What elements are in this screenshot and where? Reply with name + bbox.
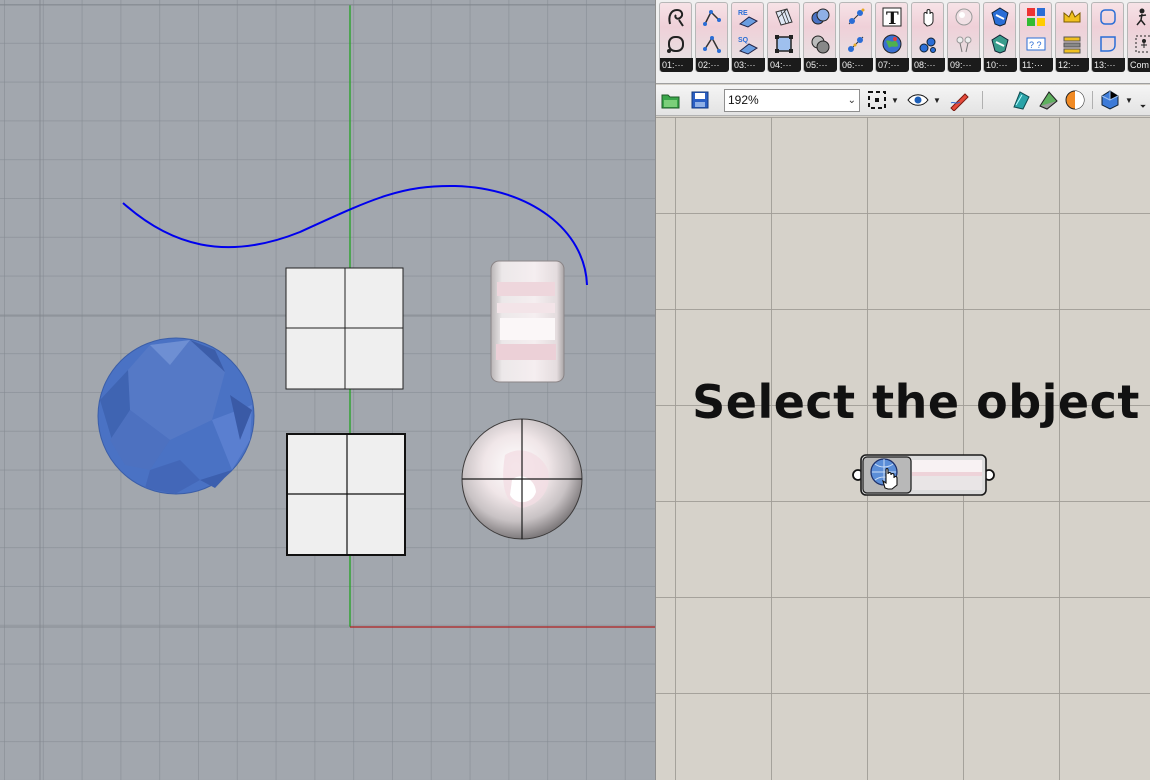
app-window: 01:··· 02:··· RE SQ 03:··· 04:··· 05:···…	[0, 0, 1150, 780]
ribbon-tab-03[interactable]: RE SQ 03:···	[731, 2, 765, 72]
ribbon-tab-label: 04:···	[768, 58, 801, 72]
open-file-icon[interactable]	[660, 89, 682, 111]
zoom-extents-icon[interactable]	[866, 89, 888, 111]
svg-text:? ?: ? ?	[1029, 40, 1042, 50]
text-icon[interactable]: T	[880, 5, 904, 29]
solid-display-icon[interactable]	[1098, 89, 1122, 111]
ribbon-tab-08[interactable]: 08:···	[911, 2, 945, 72]
ribbon-tab-label: 06:···	[840, 58, 873, 72]
svg-text:RE: RE	[738, 10, 748, 17]
canvas-toolbar: 192% ⌄ ▼ ▼ ▼ ⏷	[656, 85, 1150, 116]
component-ribbon: 01:··· 02:··· RE SQ 03:··· 04:··· 05:···…	[656, 0, 1150, 84]
canvas-prompt: Select the object	[692, 375, 1140, 429]
planar-surface-top[interactable]	[285, 267, 404, 390]
boolean-union-icon[interactable]	[808, 5, 832, 29]
gem[interactable]	[97, 337, 255, 495]
mesh-icon[interactable]	[772, 5, 796, 29]
ribbon-tab-label: 07:···	[876, 58, 909, 72]
ribbon-tab-09[interactable]: 09:···	[947, 2, 981, 72]
grasshopper-panel: 01:··· 02:··· RE SQ 03:··· 04:··· 05:···…	[655, 0, 1150, 780]
rhino-viewport[interactable]	[0, 0, 655, 780]
ribbon-tab-11[interactable]: ? ? 11:···	[1019, 2, 1053, 72]
globe-icon[interactable]	[880, 32, 904, 56]
ribbon-tab-10[interactable]: 10:···	[983, 2, 1017, 72]
toolbar-separator	[1092, 91, 1093, 109]
ribbon-tab-label: 13:···	[1092, 58, 1125, 72]
ribbon-tab-04[interactable]: 04:···	[767, 2, 801, 72]
ribbon-tab-label: 10:···	[984, 58, 1017, 72]
surface-sq-icon[interactable]: SQ	[736, 32, 760, 56]
shield-2-icon[interactable]	[988, 32, 1012, 56]
ribbon-tab-label: 05:···	[804, 58, 837, 72]
ribbon-tab-02[interactable]: 02:···	[695, 2, 729, 72]
ribbon-tab-07[interactable]: T 07:···	[875, 2, 909, 72]
ribbon-tab-label: 03:···	[732, 58, 765, 72]
boolean-diff-icon[interactable]	[808, 32, 832, 56]
chain-icon[interactable]	[844, 5, 868, 29]
viewport-scene	[0, 0, 655, 780]
save-file-icon[interactable]	[689, 89, 711, 111]
flower-icon[interactable]	[952, 32, 976, 56]
ball-icon[interactable]	[952, 5, 976, 29]
cloud-display-icon[interactable]	[1009, 89, 1033, 111]
zoom-extents-dropdown-icon[interactable]: ▼	[890, 89, 900, 111]
ribbon-tab-label: 08:···	[912, 58, 945, 72]
toolbar-separator	[982, 91, 983, 109]
ribbon-tab-label: 02:···	[696, 58, 729, 72]
toolbar-overflow-icon[interactable]: ⏷	[1138, 101, 1148, 113]
zoom-level-select[interactable]: 192% ⌄	[724, 89, 860, 112]
crown-icon[interactable]	[1060, 5, 1084, 29]
zoom-level-value: 192%	[728, 93, 759, 107]
layout-icon[interactable]	[1024, 5, 1048, 29]
sketch-pen-icon[interactable]	[947, 89, 971, 111]
preview-eye-icon[interactable]	[906, 89, 930, 111]
surface-re-icon[interactable]: RE	[736, 5, 760, 29]
planar-surface-bottom[interactable]	[286, 433, 406, 556]
ribbon-tab-label: 09:···	[948, 58, 981, 72]
svg-text:T: T	[886, 9, 899, 28]
curve-loop-icon[interactable]	[664, 32, 688, 56]
point-curve-2-icon[interactable]	[700, 32, 724, 56]
figure-2-icon[interactable]	[1132, 32, 1150, 56]
point-curve-icon[interactable]	[700, 5, 724, 29]
ribbon-tab-label: Com···	[1128, 58, 1150, 72]
ribbon-tab-13[interactable]: 13:···	[1091, 2, 1125, 72]
svg-text:SQ: SQ	[738, 37, 749, 44]
rounded-square-icon[interactable]	[1096, 5, 1120, 29]
ribbon-tab-label: 12:···	[1056, 58, 1089, 72]
preview-dropdown-icon[interactable]: ▼	[932, 89, 942, 111]
ribbon-tab-06[interactable]: 06:···	[839, 2, 873, 72]
frame-icon[interactable]	[772, 32, 796, 56]
ribbon-tab-com[interactable]: Com···	[1127, 2, 1150, 72]
shaded-preview-icon[interactable]	[1063, 89, 1087, 111]
curve-edit-icon[interactable]	[664, 5, 688, 29]
ribbon-tab-label: 01:···	[660, 58, 693, 72]
geometry-pipeline-component[interactable]	[852, 452, 995, 498]
figure-icon[interactable]	[1132, 5, 1150, 29]
bubbles-icon[interactable]	[916, 32, 940, 56]
stack-icon[interactable]	[1060, 32, 1084, 56]
ribbon-tab-01[interactable]: 01:···	[659, 2, 693, 72]
shield-icon[interactable]	[988, 5, 1012, 29]
chevron-down-icon: ⌄	[847, 95, 856, 106]
ribbon-tab-12[interactable]: 12:···	[1055, 2, 1089, 72]
rounded-box[interactable]	[490, 260, 565, 383]
ribbon-tab-05[interactable]: 05:···	[803, 2, 837, 72]
chain-2-icon[interactable]	[844, 32, 868, 56]
ribbon-tab-label: 11:···	[1020, 58, 1053, 72]
corner-icon[interactable]	[1096, 32, 1120, 56]
sphere[interactable]	[461, 418, 583, 540]
question-box-icon[interactable]: ? ?	[1024, 32, 1048, 56]
solid-display-dropdown-icon[interactable]: ▼	[1124, 89, 1134, 111]
hand-icon[interactable]	[916, 5, 940, 29]
selected-display-icon[interactable]	[1036, 89, 1060, 111]
grasshopper-canvas[interactable]: Select the object	[656, 117, 1150, 780]
